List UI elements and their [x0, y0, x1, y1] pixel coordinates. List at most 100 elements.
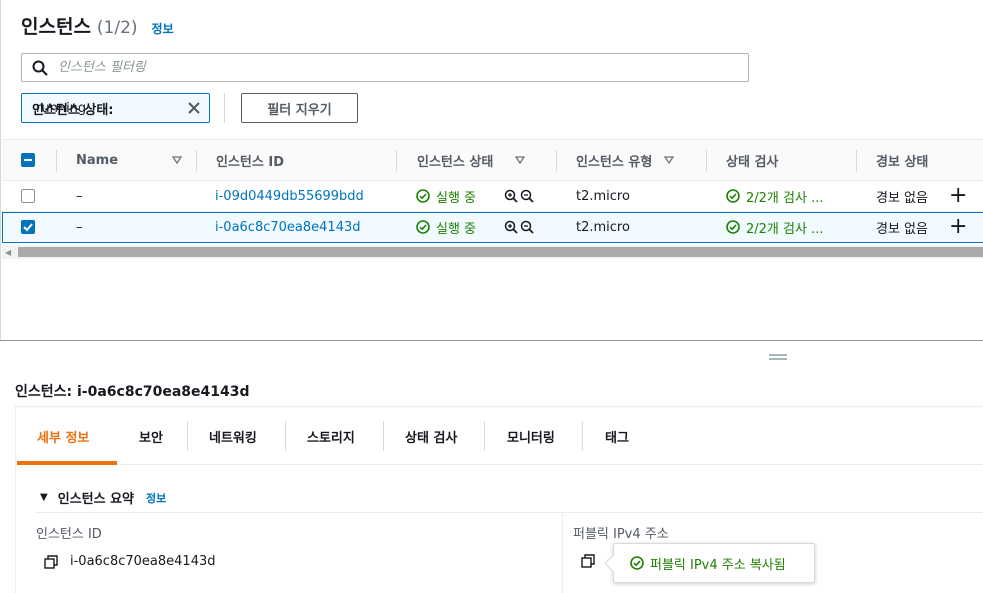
column-divider: [56, 150, 57, 172]
select-all-checkbox[interactable]: [21, 153, 35, 167]
zoom-controls: [504, 181, 536, 211]
horizontal-scrollbar[interactable]: ◀: [2, 245, 983, 259]
divider: [224, 93, 225, 123]
instance-type: t2.micro: [576, 219, 630, 235]
summary-title: 인스턴스 요약: [57, 492, 134, 507]
filter-token-value: running: [36, 100, 87, 116]
zoom-out-icon[interactable]: [520, 189, 534, 203]
close-icon[interactable]: [187, 101, 201, 115]
column-label: 경보 상태: [876, 154, 929, 170]
public-ip-value: [581, 554, 607, 568]
column-header-name[interactable]: Name: [76, 140, 183, 180]
column-divider: [396, 150, 397, 172]
check-circle-icon: [726, 220, 740, 234]
instance-state: 실행 중: [416, 212, 476, 242]
caret-down-icon[interactable]: ▼: [40, 492, 48, 503]
instance-id-value: i-0a6c8c70ea8e4143d: [44, 554, 216, 569]
column-header-instance-state[interactable]: 인스턴스 상태: [417, 140, 526, 180]
tab-divider: [484, 421, 485, 451]
zoom-in-icon[interactable]: [504, 189, 518, 203]
copied-tooltip: 퍼블릭 IPv4 주소 복사됨: [613, 543, 815, 583]
column-header-instance-id[interactable]: 인스턴스 ID: [216, 140, 284, 180]
column-divider: [196, 150, 197, 172]
sort-icon[interactable]: [664, 156, 675, 164]
column-divider: [556, 150, 557, 172]
add-alarm-button[interactable]: +: [949, 181, 967, 211]
zoom-controls: [504, 212, 536, 242]
detail-tabs: 세부 정보 보안 네트워킹 스토리지 상태 검사 모니터링 태그: [17, 407, 983, 465]
add-alarm-button[interactable]: +: [949, 212, 967, 242]
zoom-out-icon[interactable]: [520, 220, 534, 234]
table-row-selected[interactable]: – i-0a6c8c70ea8e4143d 실행 중 t2.micro 2/2개…: [2, 212, 983, 243]
detail-title: 인스턴스: i-0a6c8c70ea8e4143d: [15, 384, 250, 400]
alarm-status: 경보 없음: [876, 190, 928, 206]
table-header: Name 인스턴스 ID 인스턴스 상태 인스턴스 유형 상태 검사 경보 상태: [2, 139, 983, 181]
summary-header[interactable]: ▼ 인스턴스 요약 정보: [40, 488, 166, 508]
instance-id-label: 인스턴스 ID: [36, 527, 102, 542]
search-input[interactable]: [58, 60, 658, 75]
clear-filters-button[interactable]: 필터 지우기: [241, 93, 358, 123]
tab-divider: [187, 421, 188, 451]
column-header-alarm-status[interactable]: 경보 상태: [876, 140, 928, 180]
sort-icon[interactable]: [515, 156, 526, 164]
tab-tags[interactable]: 태그: [605, 407, 629, 465]
check-circle-icon: [416, 189, 430, 203]
alarm-status: 경보 없음: [876, 221, 928, 237]
tooltip-text: 퍼블릭 IPv4 주소 복사됨: [650, 557, 786, 573]
scroll-left-icon[interactable]: ◀: [5, 248, 11, 257]
state-label: 실행 중: [436, 221, 477, 237]
column-label: 인스턴스 상태: [417, 154, 494, 170]
check-circle-icon: [630, 556, 644, 570]
scrollbar-thumb[interactable]: [18, 247, 983, 257]
cell-name: –: [76, 188, 83, 204]
row-checkbox-checked[interactable]: [21, 220, 35, 234]
tab-storage[interactable]: 스토리지: [307, 407, 355, 465]
tab-monitoring[interactable]: 모니터링: [507, 407, 555, 465]
zoom-in-icon[interactable]: [504, 220, 518, 234]
select-all-cell[interactable]: [21, 140, 35, 180]
tab-status-checks[interactable]: 상태 검사: [405, 407, 457, 465]
selection-count: (1/2): [96, 18, 138, 38]
table-row[interactable]: – i-09d0449db55699bdd 실행 중 t2.micro 2/2개…: [2, 181, 983, 212]
row-checkbox[interactable]: [21, 189, 35, 203]
copy-icon[interactable]: [44, 554, 58, 569]
active-tab-indicator: [17, 461, 117, 465]
column-divider: [562, 514, 563, 593]
tab-security[interactable]: 보안: [139, 407, 163, 465]
sort-icon[interactable]: [172, 156, 183, 164]
status-check[interactable]: 2/2개 검사 ...: [726, 181, 823, 211]
column-label: 인스턴스 ID: [216, 154, 284, 170]
instance-id-link[interactable]: i-0a6c8c70ea8e4143d: [215, 212, 361, 242]
resize-handle-icon[interactable]: [769, 354, 787, 360]
state-label: 실행 중: [436, 190, 477, 206]
copy-icon[interactable]: [581, 554, 595, 568]
panel-header: 인스턴스 (1/2) 정보: [21, 12, 174, 39]
tab-networking[interactable]: 네트워킹: [209, 407, 257, 465]
filter-token: 인스턴스 상태: running: [21, 93, 210, 123]
status-check-label: 2/2개 검사 ...: [746, 221, 824, 237]
search-icon: [32, 60, 48, 76]
tab-details[interactable]: 세부 정보: [37, 407, 89, 465]
instances-panel: 인스턴스 (1/2) 정보 인스턴스 상태: running 필터 지우기 Na…: [0, 0, 983, 340]
column-divider: [706, 150, 707, 172]
tab-divider: [285, 421, 286, 451]
check-circle-icon: [726, 189, 740, 203]
instance-state: 실행 중: [416, 181, 476, 211]
column-label: 상태 검사: [726, 154, 779, 170]
instance-id-link[interactable]: i-09d0449db55699bdd: [215, 181, 364, 211]
summary-divider: [36, 512, 983, 513]
info-link[interactable]: 정보: [146, 490, 166, 506]
tab-divider: [582, 421, 583, 451]
instance-type: t2.micro: [576, 188, 630, 204]
column-header-status-check[interactable]: 상태 검사: [726, 140, 778, 180]
status-check[interactable]: 2/2개 검사 ...: [726, 212, 823, 242]
check-circle-icon: [416, 220, 430, 234]
tab-divider: [383, 421, 384, 451]
info-link[interactable]: 정보: [152, 20, 174, 37]
column-divider: [856, 150, 857, 172]
instance-id-text: i-0a6c8c70ea8e4143d: [70, 554, 216, 569]
page-title: 인스턴스: [21, 16, 91, 38]
search-box[interactable]: [21, 53, 749, 82]
column-header-instance-type[interactable]: 인스턴스 유형: [576, 140, 675, 180]
split-divider: [0, 340, 983, 341]
